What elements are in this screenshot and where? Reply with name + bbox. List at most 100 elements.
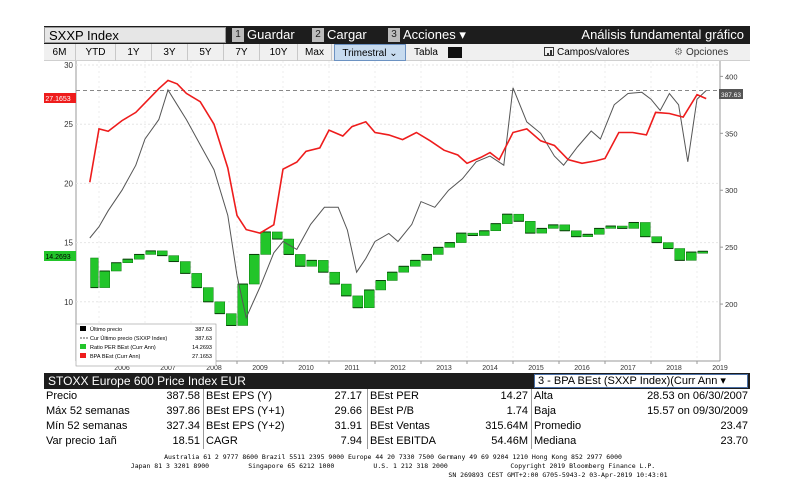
per-candle: [410, 260, 421, 267]
legend-swatch: [80, 353, 86, 358]
x-tick-label: 2014: [482, 365, 498, 372]
per-marker-label: 14.2693: [45, 254, 70, 261]
per-candle: [260, 231, 271, 255]
stat-label: Baja: [534, 405, 557, 417]
stat-label: Alta: [534, 390, 553, 402]
per-candle: [594, 228, 605, 235]
per-candle: [157, 250, 168, 256]
per-candle: [525, 221, 536, 234]
fundamental-chart[interactable]: 3025201510 400350300250200 2006 2007 2008 2…: [44, 61, 750, 373]
stat-value: 14.27: [500, 390, 528, 402]
per-candle: [456, 232, 467, 243]
per-candle: [364, 289, 375, 308]
x-tick-label: 2012: [390, 365, 406, 372]
per-candle: [90, 257, 99, 288]
stat-label: BEst EPS (Y+1): [206, 405, 285, 417]
options-button[interactable]: ⚙ Opciones: [674, 44, 728, 61]
stat-label: BEst PER: [370, 390, 419, 402]
left-tick-label: 10: [64, 298, 73, 307]
per-candle: [272, 231, 283, 240]
stat-value: 31.91: [334, 420, 362, 432]
per-candle: [513, 213, 524, 222]
per-candle: [168, 255, 179, 262]
series-selector-dropdown[interactable]: 3 - BPA BEst (SXXP Index)(Curr Ann ▾: [534, 374, 748, 388]
left-tick-label: 20: [64, 179, 73, 188]
period-10y-button[interactable]: 10Y: [260, 44, 298, 61]
per-candle: [444, 242, 455, 248]
options-label: Opciones: [685, 47, 729, 58]
left-tick-label: 15: [64, 239, 73, 248]
period-6m-button[interactable]: 6M: [44, 44, 76, 61]
stat-label: Var precio 1añ: [46, 435, 117, 447]
load-button[interactable]: 2 Cargar: [312, 26, 367, 44]
legend-label: Ratio PER BEst (Curr Ann): [90, 345, 156, 351]
per-candle: [306, 260, 317, 267]
per-candle: [191, 273, 202, 288]
per-candle: [559, 224, 570, 232]
load-button-label: Cargar: [327, 27, 367, 42]
x-tick-label: 2017: [620, 365, 636, 372]
chart-legend: Último precio 387.63 Cur Último precio (SX…: [75, 323, 217, 367]
per-candle: [295, 254, 306, 267]
x-tick-label: 2018: [666, 365, 682, 372]
per-candle: [674, 248, 685, 261]
per-candle: [571, 230, 582, 237]
frequency-dropdown[interactable]: Trimestral ⌄: [334, 44, 406, 61]
stats-row: Mín 52 semanas 327.34 BEst EPS (Y+2) 31.…: [44, 419, 750, 434]
stats-divider: [203, 389, 204, 449]
stat-value: 28.53 on 06/30/2007: [647, 390, 748, 402]
table-toggle-icon[interactable]: [448, 47, 462, 58]
period-max-button[interactable]: Max: [298, 44, 332, 61]
period-5y-button[interactable]: 5Y: [188, 44, 224, 61]
per-candle: [99, 270, 110, 288]
stat-value: 7.94: [340, 435, 362, 447]
per-candle: [686, 251, 697, 261]
period-3y-button[interactable]: 3Y: [152, 44, 188, 61]
legend-label: Cur Último precio (SXXP Index): [90, 335, 167, 342]
fields-values-button[interactable]: Campos/valores: [544, 44, 629, 61]
stat-label: Máx 52 semanas: [46, 405, 130, 417]
legend-value: 14.2693: [192, 345, 212, 351]
stat-value: 18.51: [172, 435, 200, 447]
period-7y-button[interactable]: 7Y: [224, 44, 260, 61]
per-candle: [226, 313, 237, 326]
per-candle: [479, 230, 490, 236]
footer-session-line: SN 269893 CEST GMT+2:00 G705-5943-2 03-A…: [448, 471, 668, 479]
stat-value: 54.46M: [491, 435, 528, 447]
ticker-input[interactable]: SXXP Index: [44, 27, 226, 43]
per-candle: [341, 283, 352, 297]
per-candle: [249, 254, 260, 285]
right-tick-label: 250: [725, 243, 738, 252]
security-bar: STOXX Europe 600 Price Index EUR 3 - BPA…: [44, 373, 750, 389]
per-candle: [387, 271, 398, 281]
function-title: Análisis fundamental gráfico: [581, 27, 744, 42]
per-candle: [318, 260, 329, 273]
load-button-number: 2: [312, 28, 324, 42]
per-candle: [490, 223, 501, 232]
actions-menu-button[interactable]: 3 Acciones ▾: [388, 26, 466, 44]
save-button-number: 1: [232, 28, 244, 42]
legend-label: BPA BEst (Curr Ann): [90, 354, 141, 360]
table-toggle-label[interactable]: Tabla: [408, 44, 444, 61]
footer-contacts-line: Australia 61 2 9777 8600 Brazil 5511 239…: [164, 453, 622, 461]
stat-label: BEst Ventas: [370, 420, 430, 432]
per-candle: [548, 224, 559, 229]
right-tick-label: 200: [725, 300, 738, 309]
right-tick-label: 300: [725, 186, 738, 195]
x-tick-label: 2016: [574, 365, 590, 372]
period-1y-button[interactable]: 1Y: [116, 44, 152, 61]
security-name: STOXX Europe 600 Price Index EUR: [48, 374, 246, 388]
stat-label: Mín 52 semanas: [46, 420, 128, 432]
per-candle: [628, 222, 639, 229]
per-candle: [536, 228, 547, 234]
fields-values-label: Campos/valores: [557, 47, 630, 58]
period-ytd-button[interactable]: YTD: [76, 44, 116, 61]
left-tick-label: 25: [64, 120, 73, 129]
stat-label: BEst EBITDA: [370, 435, 437, 447]
x-tick-label: 2013: [436, 365, 452, 372]
stat-label: BEst EPS (Y): [206, 390, 273, 402]
per-candle: [421, 254, 432, 261]
save-button[interactable]: 1 Guardar: [232, 26, 295, 44]
per-candle: [663, 242, 674, 249]
stat-value: 1.74: [506, 405, 528, 417]
